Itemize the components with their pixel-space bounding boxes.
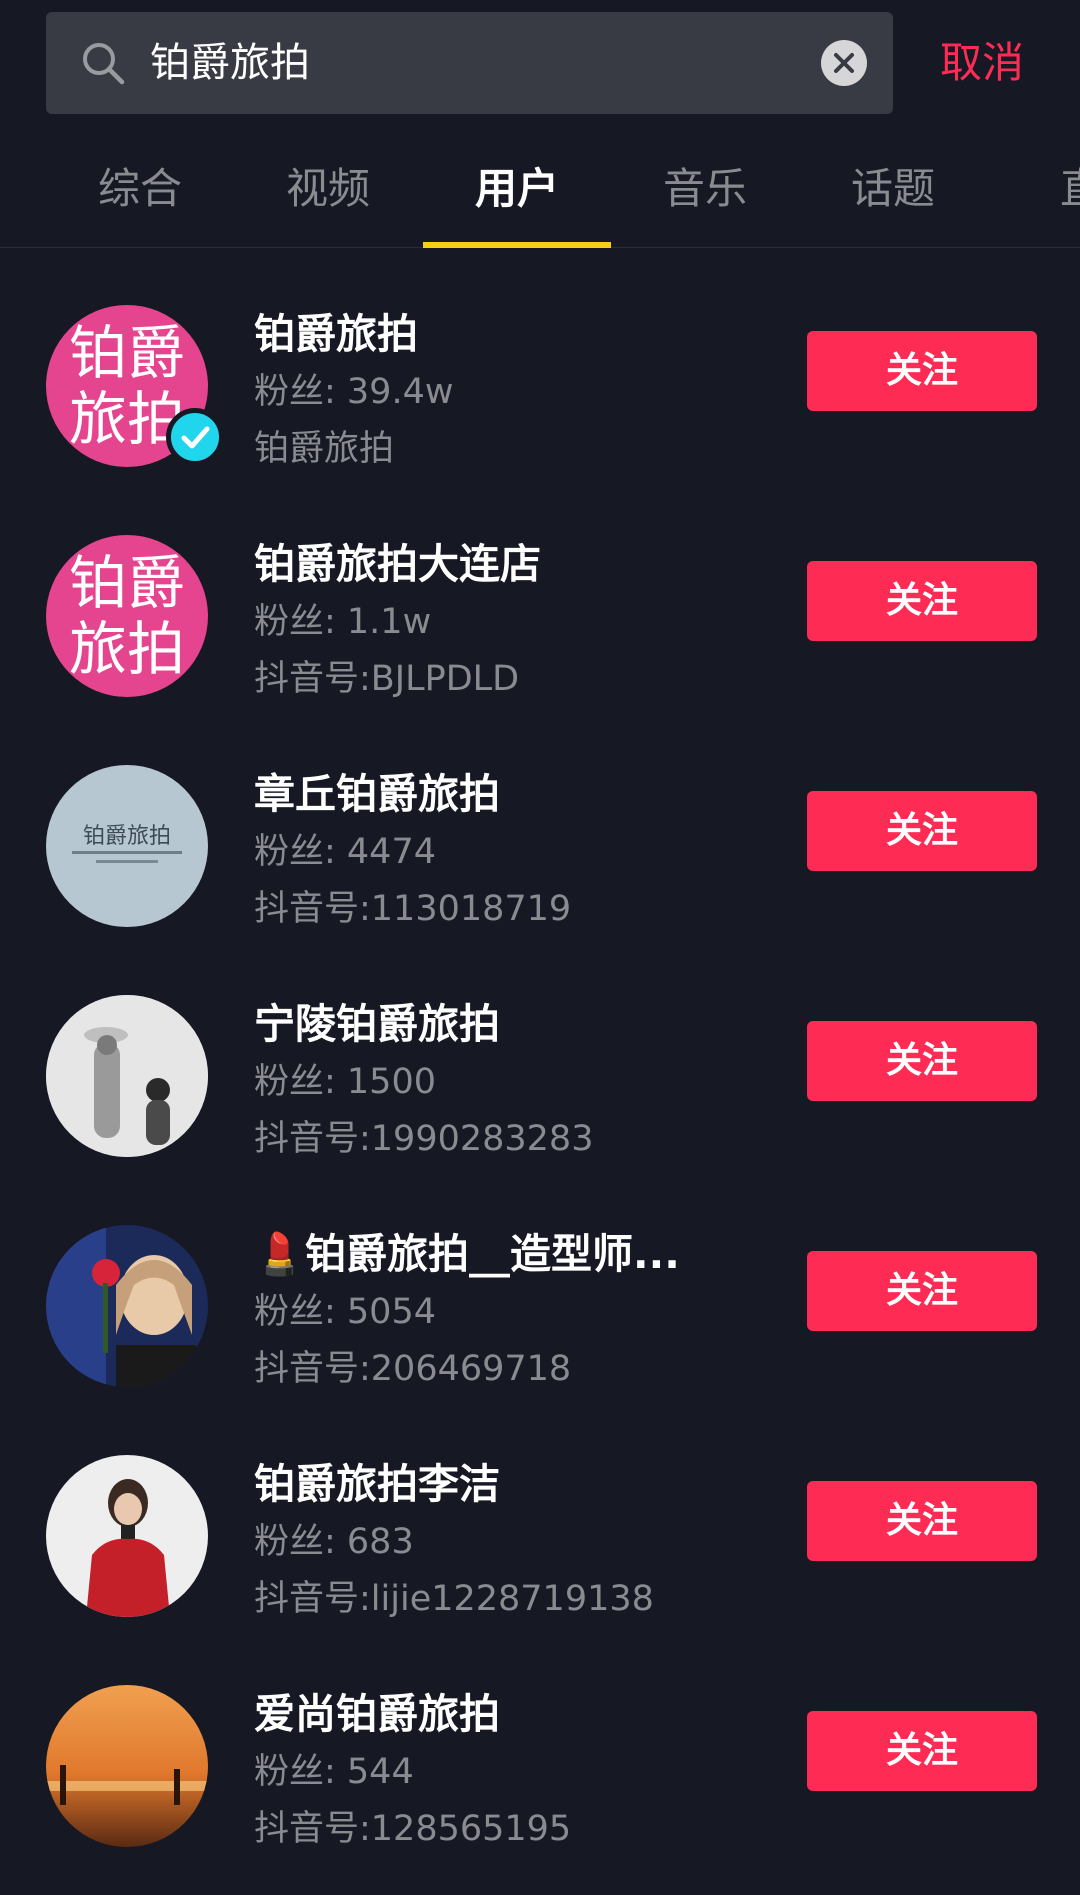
- fan-count: 粉丝: 4474: [254, 832, 436, 872]
- user-list: 铂爵旅拍 铂爵旅拍 粉丝: 39.4w 铂爵旅拍 关注 铂爵旅拍 铂爵旅拍大连店…: [0, 248, 1080, 1858]
- user-subtitle: 抖音号:1990283283: [254, 1119, 594, 1159]
- list-item[interactable]: 铂爵旅拍李洁 粉丝: 683 抖音号:lijie1228719138 关注: [0, 1398, 1080, 1628]
- tab-topics[interactable]: 话题: [799, 130, 987, 247]
- user-subtitle: 铂爵旅拍: [254, 429, 395, 469]
- user-subtitle: 抖音号:BJLPDLD: [254, 659, 520, 699]
- avatar[interactable]: [46, 1455, 208, 1617]
- list-item[interactable]: 💄铂爵旅拍__造型师... 粉丝: 5054 抖音号:206469718 关注: [0, 1168, 1080, 1398]
- tab-videos[interactable]: 视频: [234, 130, 422, 247]
- follow-button[interactable]: 关注: [807, 1711, 1037, 1791]
- fan-count: 粉丝: 544: [254, 1752, 414, 1792]
- user-subtitle: 抖音号:lijie1228719138: [254, 1579, 654, 1619]
- tab-bar: 综合 视频 用户 音乐 话题 直: [0, 130, 1080, 248]
- follow-button[interactable]: 关注: [807, 331, 1037, 411]
- search-header: 铂爵旅拍 取消: [0, 0, 1080, 130]
- avatar-logo: 铂爵旅拍: [46, 535, 208, 697]
- fan-count: 粉丝: 683: [254, 1522, 414, 1562]
- tab-users[interactable]: 用户: [423, 130, 611, 247]
- user-name: 铂爵旅拍: [254, 310, 418, 358]
- avatar-photo: [46, 1225, 208, 1387]
- avatar-photo: [46, 995, 208, 1157]
- list-item[interactable]: 铂爵旅拍 章丘铂爵旅拍 粉丝: 4474 抖音号:113018719 关注: [0, 708, 1080, 938]
- user-subtitle: 抖音号:206469718: [254, 1349, 572, 1389]
- user-name: 💄铂爵旅拍__造型师...: [254, 1230, 680, 1278]
- search-query[interactable]: 铂爵旅拍: [150, 12, 310, 114]
- fan-count: 粉丝: 1500: [254, 1062, 436, 1102]
- search-input[interactable]: 铂爵旅拍: [46, 12, 893, 114]
- user-name: 章丘铂爵旅拍: [254, 770, 500, 818]
- tab-live[interactable]: 直: [987, 130, 1080, 247]
- tab-general[interactable]: 综合: [46, 130, 234, 247]
- list-item[interactable]: 爱尚铂爵旅拍 粉丝: 544 抖音号:128565195 关注: [0, 1628, 1080, 1858]
- verified-badge-icon: [166, 408, 224, 466]
- follow-button[interactable]: 关注: [807, 1021, 1037, 1101]
- fan-count: 粉丝: 1.1w: [254, 602, 432, 642]
- user-name: 铂爵旅拍李洁: [254, 1460, 500, 1508]
- list-item[interactable]: 铂爵旅拍 铂爵旅拍 粉丝: 39.4w 铂爵旅拍 关注: [0, 248, 1080, 478]
- avatar[interactable]: [46, 1225, 208, 1387]
- avatar[interactable]: 铂爵旅拍: [46, 765, 208, 927]
- user-subtitle: 抖音号:128565195: [254, 1809, 572, 1849]
- user-name: 宁陵铂爵旅拍: [254, 1000, 500, 1048]
- avatar-photo: [46, 1685, 208, 1847]
- follow-button[interactable]: 关注: [807, 1251, 1037, 1331]
- follow-button[interactable]: 关注: [807, 561, 1037, 641]
- avatar[interactable]: 铂爵旅拍: [46, 535, 208, 697]
- list-item[interactable]: 铂爵旅拍 铂爵旅拍大连店 粉丝: 1.1w 抖音号:BJLPDLD 关注: [0, 478, 1080, 708]
- user-name: 爱尚铂爵旅拍: [254, 1690, 500, 1738]
- follow-button[interactable]: 关注: [807, 1481, 1037, 1561]
- follow-button[interactable]: 关注: [807, 791, 1037, 871]
- tab-music[interactable]: 音乐: [611, 130, 799, 247]
- user-subtitle: 抖音号:113018719: [254, 889, 572, 929]
- fan-count: 粉丝: 5054: [254, 1292, 436, 1332]
- cancel-button[interactable]: 取消: [940, 12, 1024, 114]
- list-item[interactable]: 宁陵铂爵旅拍 粉丝: 1500 抖音号:1990283283 关注: [0, 938, 1080, 1168]
- avatar-photo: [46, 1455, 208, 1617]
- avatar[interactable]: [46, 995, 208, 1157]
- fan-count: 粉丝: 39.4w: [254, 372, 454, 412]
- clear-icon[interactable]: [821, 40, 867, 86]
- svg-text:铂爵旅拍: 铂爵旅拍: [83, 824, 171, 849]
- user-name: 铂爵旅拍大连店: [254, 540, 541, 588]
- avatar-logo-image: 铂爵旅拍: [72, 824, 182, 863]
- avatar[interactable]: [46, 1685, 208, 1847]
- search-icon: [78, 38, 128, 88]
